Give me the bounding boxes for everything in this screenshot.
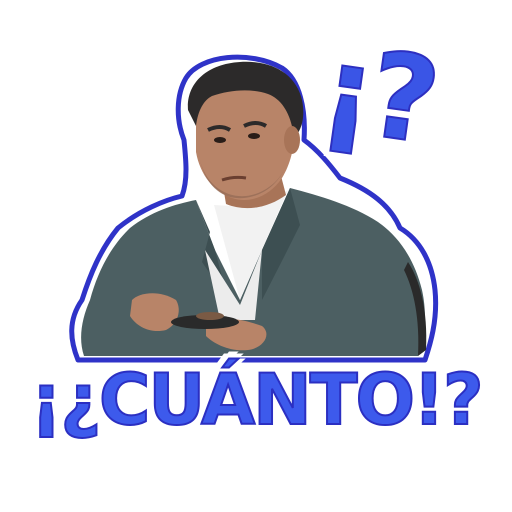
- sticker-canvas: ¡? ¡¿CUÁNTO!?: [0, 0, 512, 512]
- eye-left: [214, 137, 226, 143]
- question-exclamation-mark: ¡?: [312, 17, 442, 171]
- ear: [284, 126, 300, 154]
- caption-text: ¡¿CUÁNTO!?: [29, 358, 484, 442]
- eye-right: [248, 133, 260, 139]
- food: [196, 312, 224, 320]
